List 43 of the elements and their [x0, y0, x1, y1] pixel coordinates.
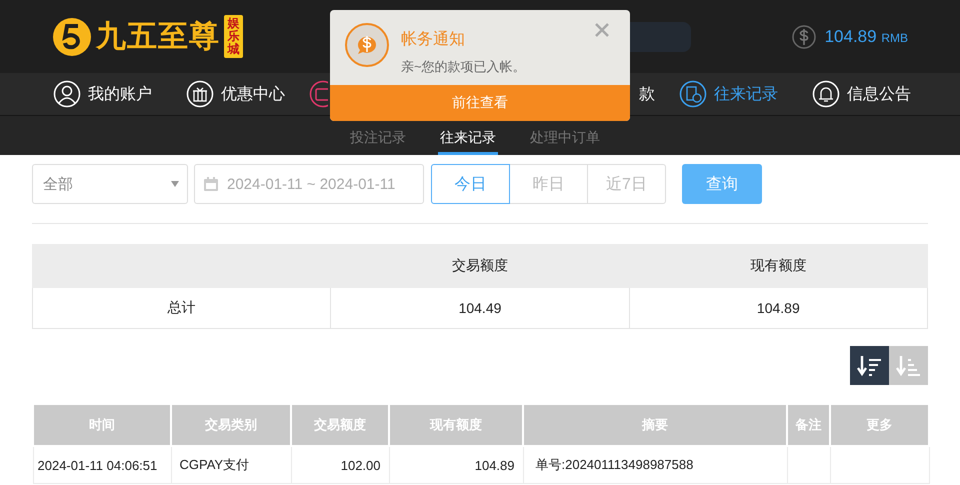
- logo-title: 九五至尊: [96, 19, 220, 55]
- close-button[interactable]: [594, 22, 610, 38]
- calendar-icon: [203, 176, 219, 192]
- table-cell: 104.89: [389, 446, 523, 484]
- search-button[interactable]: 查询: [682, 164, 762, 204]
- nav-item[interactable]: 信息公告: [812, 80, 911, 108]
- date-range-button[interactable]: 今日: [431, 164, 510, 204]
- sort-button[interactable]: [850, 346, 889, 385]
- caret-icon: [171, 181, 179, 187]
- sub-tab[interactable]: 投注记录: [348, 124, 408, 155]
- user-icon: [53, 80, 81, 108]
- nav-item[interactable]: 我的账户: [53, 80, 152, 108]
- logo-badge: 娱乐城: [224, 14, 243, 58]
- notice-title: 帐务通知: [401, 30, 466, 50]
- column-header: 现有额度: [629, 244, 928, 288]
- notice-message: 亲~您的款项已入帐。: [401, 58, 526, 76]
- table-cell: 102.00: [291, 446, 389, 484]
- nav-item[interactable]: 优惠中心: [186, 80, 285, 108]
- type-select[interactable]: 全部: [32, 164, 188, 204]
- table-cell: 2024-01-11 04:06:51: [33, 446, 171, 484]
- view-button[interactable]: 前往查看: [330, 85, 630, 121]
- table-cell: CGPAY支付: [171, 446, 291, 484]
- table-cell: 104.49: [330, 288, 630, 328]
- gift-icon: [186, 80, 214, 108]
- wallet-icon: [309, 80, 328, 108]
- close-icon: [594, 22, 610, 38]
- date-range-field[interactable]: 2024-01-11 ~ 2024-01-11: [194, 164, 424, 204]
- document-clock-icon: [679, 80, 707, 108]
- sub-tab[interactable]: 往来记录: [438, 124, 498, 155]
- table-cell: 单号:202401113498987588: [523, 446, 787, 484]
- column-header: 交易额度: [330, 244, 630, 288]
- nav-item[interactable]: 款: [639, 84, 655, 104]
- table-cell: 104.89: [629, 288, 928, 328]
- sub-tab[interactable]: 处理中订单: [528, 124, 602, 155]
- nav-item[interactable]: 往来记录: [679, 80, 778, 108]
- date-range-button[interactable]: 近7日: [587, 164, 666, 204]
- date-range-button[interactable]: 昨日: [509, 164, 588, 204]
- logo-icon: [52, 16, 92, 56]
- dollar-icon: [790, 24, 817, 50]
- bell-icon: [812, 80, 840, 108]
- balance-amount: 104.89 RMB: [824, 26, 908, 46]
- table-cell: 总计: [32, 288, 331, 328]
- chat-dollar-icon: [345, 23, 389, 67]
